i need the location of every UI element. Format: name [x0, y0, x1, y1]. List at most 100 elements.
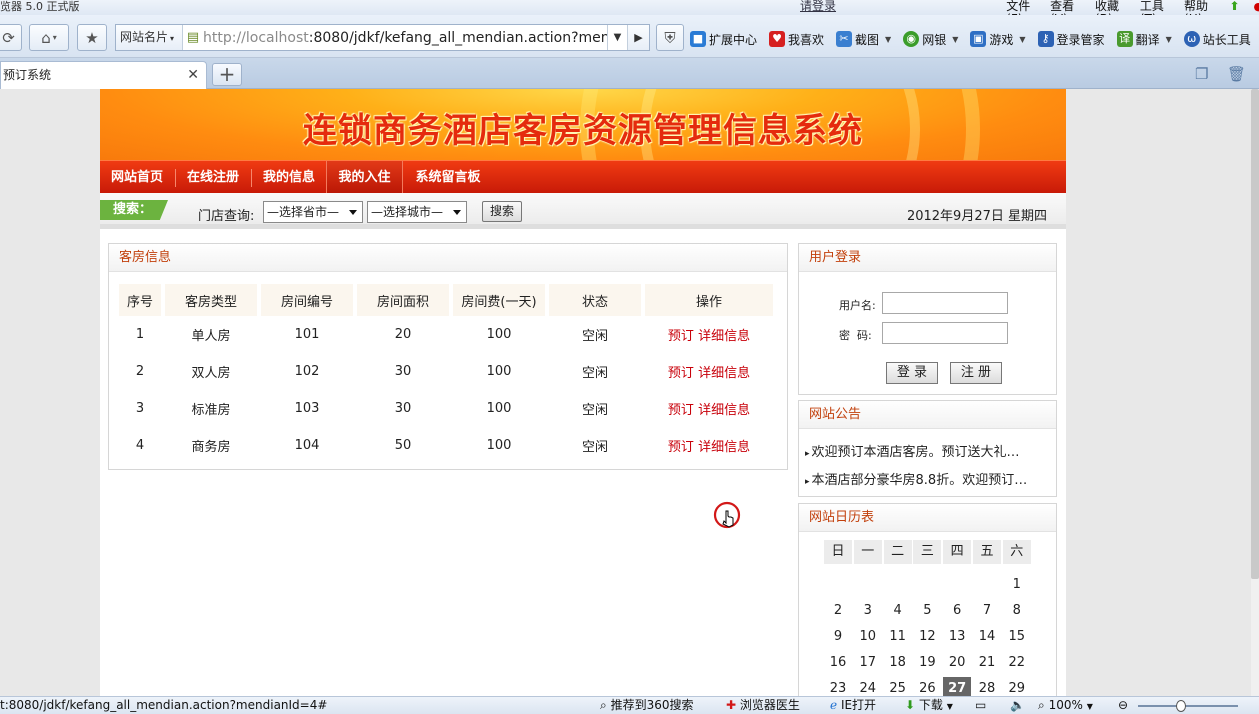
notice-item[interactable]: 本酒店部分豪华房8.8折。欢迎预订…: [805, 469, 1028, 488]
zoom-slider-handle[interactable]: [1176, 700, 1186, 712]
trash-icon[interactable]: 🗑: [1227, 65, 1246, 83]
book-link[interactable]: 预订: [668, 366, 694, 381]
calendar-day[interactable]: 7: [973, 599, 1001, 623]
menu-view[interactable]: 查看(V): [1050, 0, 1081, 26]
nav-message-board[interactable]: 系统留言板: [404, 161, 492, 194]
close-tab-icon[interactable]: ✕: [187, 62, 199, 88]
download-button[interactable]: ⬇ 下载 ▼: [905, 697, 953, 714]
book-link[interactable]: 预订: [668, 440, 694, 455]
calendar-day[interactable]: 16: [824, 651, 852, 675]
book-link[interactable]: 预订: [668, 329, 694, 344]
speaker-icon[interactable]: 🔈: [1010, 697, 1025, 714]
site-card-button[interactable]: 网站名片 ▾: [116, 25, 183, 50]
ie-open-button[interactable]: ℯ IE打开: [830, 697, 876, 714]
calendar-day[interactable]: 2: [824, 599, 852, 623]
calendar-day[interactable]: 14: [973, 625, 1001, 649]
calendar-day[interactable]: 11: [884, 625, 912, 649]
download-label: 下载: [918, 698, 943, 712]
calendar-day[interactable]: 10: [854, 625, 882, 649]
heart-icon: ♥: [769, 31, 786, 47]
username-input[interactable]: [882, 292, 1008, 314]
ext-screenshot[interactable]: ✂ 截图 ▼: [836, 31, 891, 48]
calendar-day[interactable]: 1: [1003, 573, 1031, 597]
upgrade-arrow-icon[interactable]: ⬆: [1229, 0, 1239, 15]
book-link[interactable]: 预订: [668, 403, 694, 418]
screen-icon[interactable]: ▭: [975, 697, 986, 714]
search-bar: 搜索： 门店查询: —选择省市— —选择城市— 搜索 2012年9月27日 星期…: [100, 193, 1066, 229]
calendar-day[interactable]: 5: [913, 599, 941, 623]
page-scrollbar[interactable]: [1251, 89, 1259, 696]
calendar-day[interactable]: 22: [1003, 651, 1031, 675]
calendar-day[interactable]: 26: [913, 677, 941, 696]
calendar-weekday: 日: [824, 540, 852, 564]
calendar-day[interactable]: 23: [824, 677, 852, 696]
password-input[interactable]: [882, 322, 1008, 344]
calendar-day[interactable]: 12: [913, 625, 941, 649]
menu-tools[interactable]: 工具(T): [1140, 0, 1170, 26]
home-icon[interactable]: ⌂ ▾: [29, 24, 69, 51]
security-shield-icon[interactable]: ⛨: [656, 24, 684, 51]
scrollbar-thumb[interactable]: [1251, 89, 1259, 579]
ext-login-manager[interactable]: ⚷ 登录管家: [1037, 31, 1105, 48]
ext-center[interactable]: ■ 扩展中心: [690, 31, 757, 48]
browser-app-name: 览器 5.0 正式版: [0, 0, 80, 13]
url-input[interactable]: http://localhost:8080/jdkf/kefang_all_me…: [203, 30, 607, 46]
detail-link[interactable]: 详细信息: [698, 440, 750, 455]
calendar-day[interactable]: 17: [854, 651, 882, 675]
ext-like[interactable]: ♥ 我喜欢: [769, 31, 824, 48]
favorite-star-icon[interactable]: ★: [77, 24, 107, 51]
room-table-header: 序号 客房类型 房间编号 房间面积 房间费(一天) 状态 操作: [119, 284, 773, 316]
recommend-360-button[interactable]: ⌕ 推荐到360搜索: [600, 697, 693, 714]
address-bar[interactable]: 网站名片 ▾ ▤ http://localhost:8080/jdkf/kefan…: [115, 24, 650, 51]
url-dropdown-icon[interactable]: ▼: [607, 25, 627, 50]
zoom-control[interactable]: ⌕ 100% ▼: [1038, 697, 1093, 714]
ext-bank[interactable]: ◉ 网银 ▼: [903, 31, 958, 48]
calendar-day[interactable]: 6: [943, 599, 971, 623]
tab-booking-system[interactable]: 预订系统 ✕: [0, 61, 207, 89]
calendar-day[interactable]: 15: [1003, 625, 1031, 649]
col-status: 状态: [549, 284, 641, 316]
calendar-day[interactable]: 18: [884, 651, 912, 675]
col-action: 操作: [645, 284, 773, 316]
zoom-out-icon[interactable]: ⊖: [1118, 697, 1128, 714]
restore-window-icon[interactable]: ❐: [1195, 65, 1208, 83]
zoom-slider[interactable]: [1138, 705, 1238, 707]
browser-doctor-button[interactable]: ✚ 浏览器医生: [726, 697, 800, 714]
menu-favorites[interactable]: 收藏(B): [1095, 0, 1126, 26]
refresh-icon[interactable]: ⟳: [0, 24, 22, 51]
calendar-day[interactable]: 25: [884, 677, 912, 696]
search-button[interactable]: 搜索: [482, 201, 522, 222]
calendar-day[interactable]: 4: [884, 599, 912, 623]
detail-link[interactable]: 详细信息: [698, 366, 750, 381]
menu-file[interactable]: 文件(F): [1006, 0, 1036, 26]
calendar-day[interactable]: 21: [973, 651, 1001, 675]
go-icon[interactable]: ▶: [627, 25, 649, 50]
new-tab-button[interactable]: +: [212, 63, 242, 86]
calendar-day[interactable]: 13: [943, 625, 971, 649]
detail-link[interactable]: 详细信息: [698, 329, 750, 344]
nav-my-checkin[interactable]: 我的入住: [326, 161, 403, 194]
calendar-day[interactable]: 24: [854, 677, 882, 696]
notice-item[interactable]: 欢迎预订本酒店客房。预订送大礼…: [805, 441, 1020, 460]
calendar-day[interactable]: 19: [913, 651, 941, 675]
province-select[interactable]: —选择省市—: [263, 201, 363, 223]
detail-link[interactable]: 详细信息: [698, 403, 750, 418]
register-button[interactable]: 注 册: [950, 362, 1002, 384]
calendar-day[interactable]: 28: [973, 677, 1001, 696]
city-select[interactable]: —选择城市—: [367, 201, 467, 223]
calendar-day[interactable]: 29: [1003, 677, 1031, 696]
calendar-day[interactable]: 3: [854, 599, 882, 623]
ext-webmaster[interactable]: ω 站长工具: [1183, 31, 1251, 48]
menu-help[interactable]: 帮助(H): [1184, 0, 1215, 26]
login-button[interactable]: 登 录: [886, 362, 938, 384]
nav-home[interactable]: 网站首页: [100, 161, 174, 194]
calendar-day[interactable]: 9: [824, 625, 852, 649]
ext-translate[interactable]: 译翻译 ▼: [1116, 31, 1172, 48]
nav-register[interactable]: 在线注册: [176, 161, 250, 194]
calendar-day[interactable]: 20: [943, 651, 971, 675]
tab-title: 预订系统: [3, 68, 52, 82]
calendar-today[interactable]: 27: [943, 677, 972, 696]
nav-my-info[interactable]: 我的信息: [252, 161, 326, 194]
calendar-day[interactable]: 8: [1003, 599, 1031, 623]
ext-game[interactable]: ▣ 游戏 ▼: [970, 31, 1026, 48]
